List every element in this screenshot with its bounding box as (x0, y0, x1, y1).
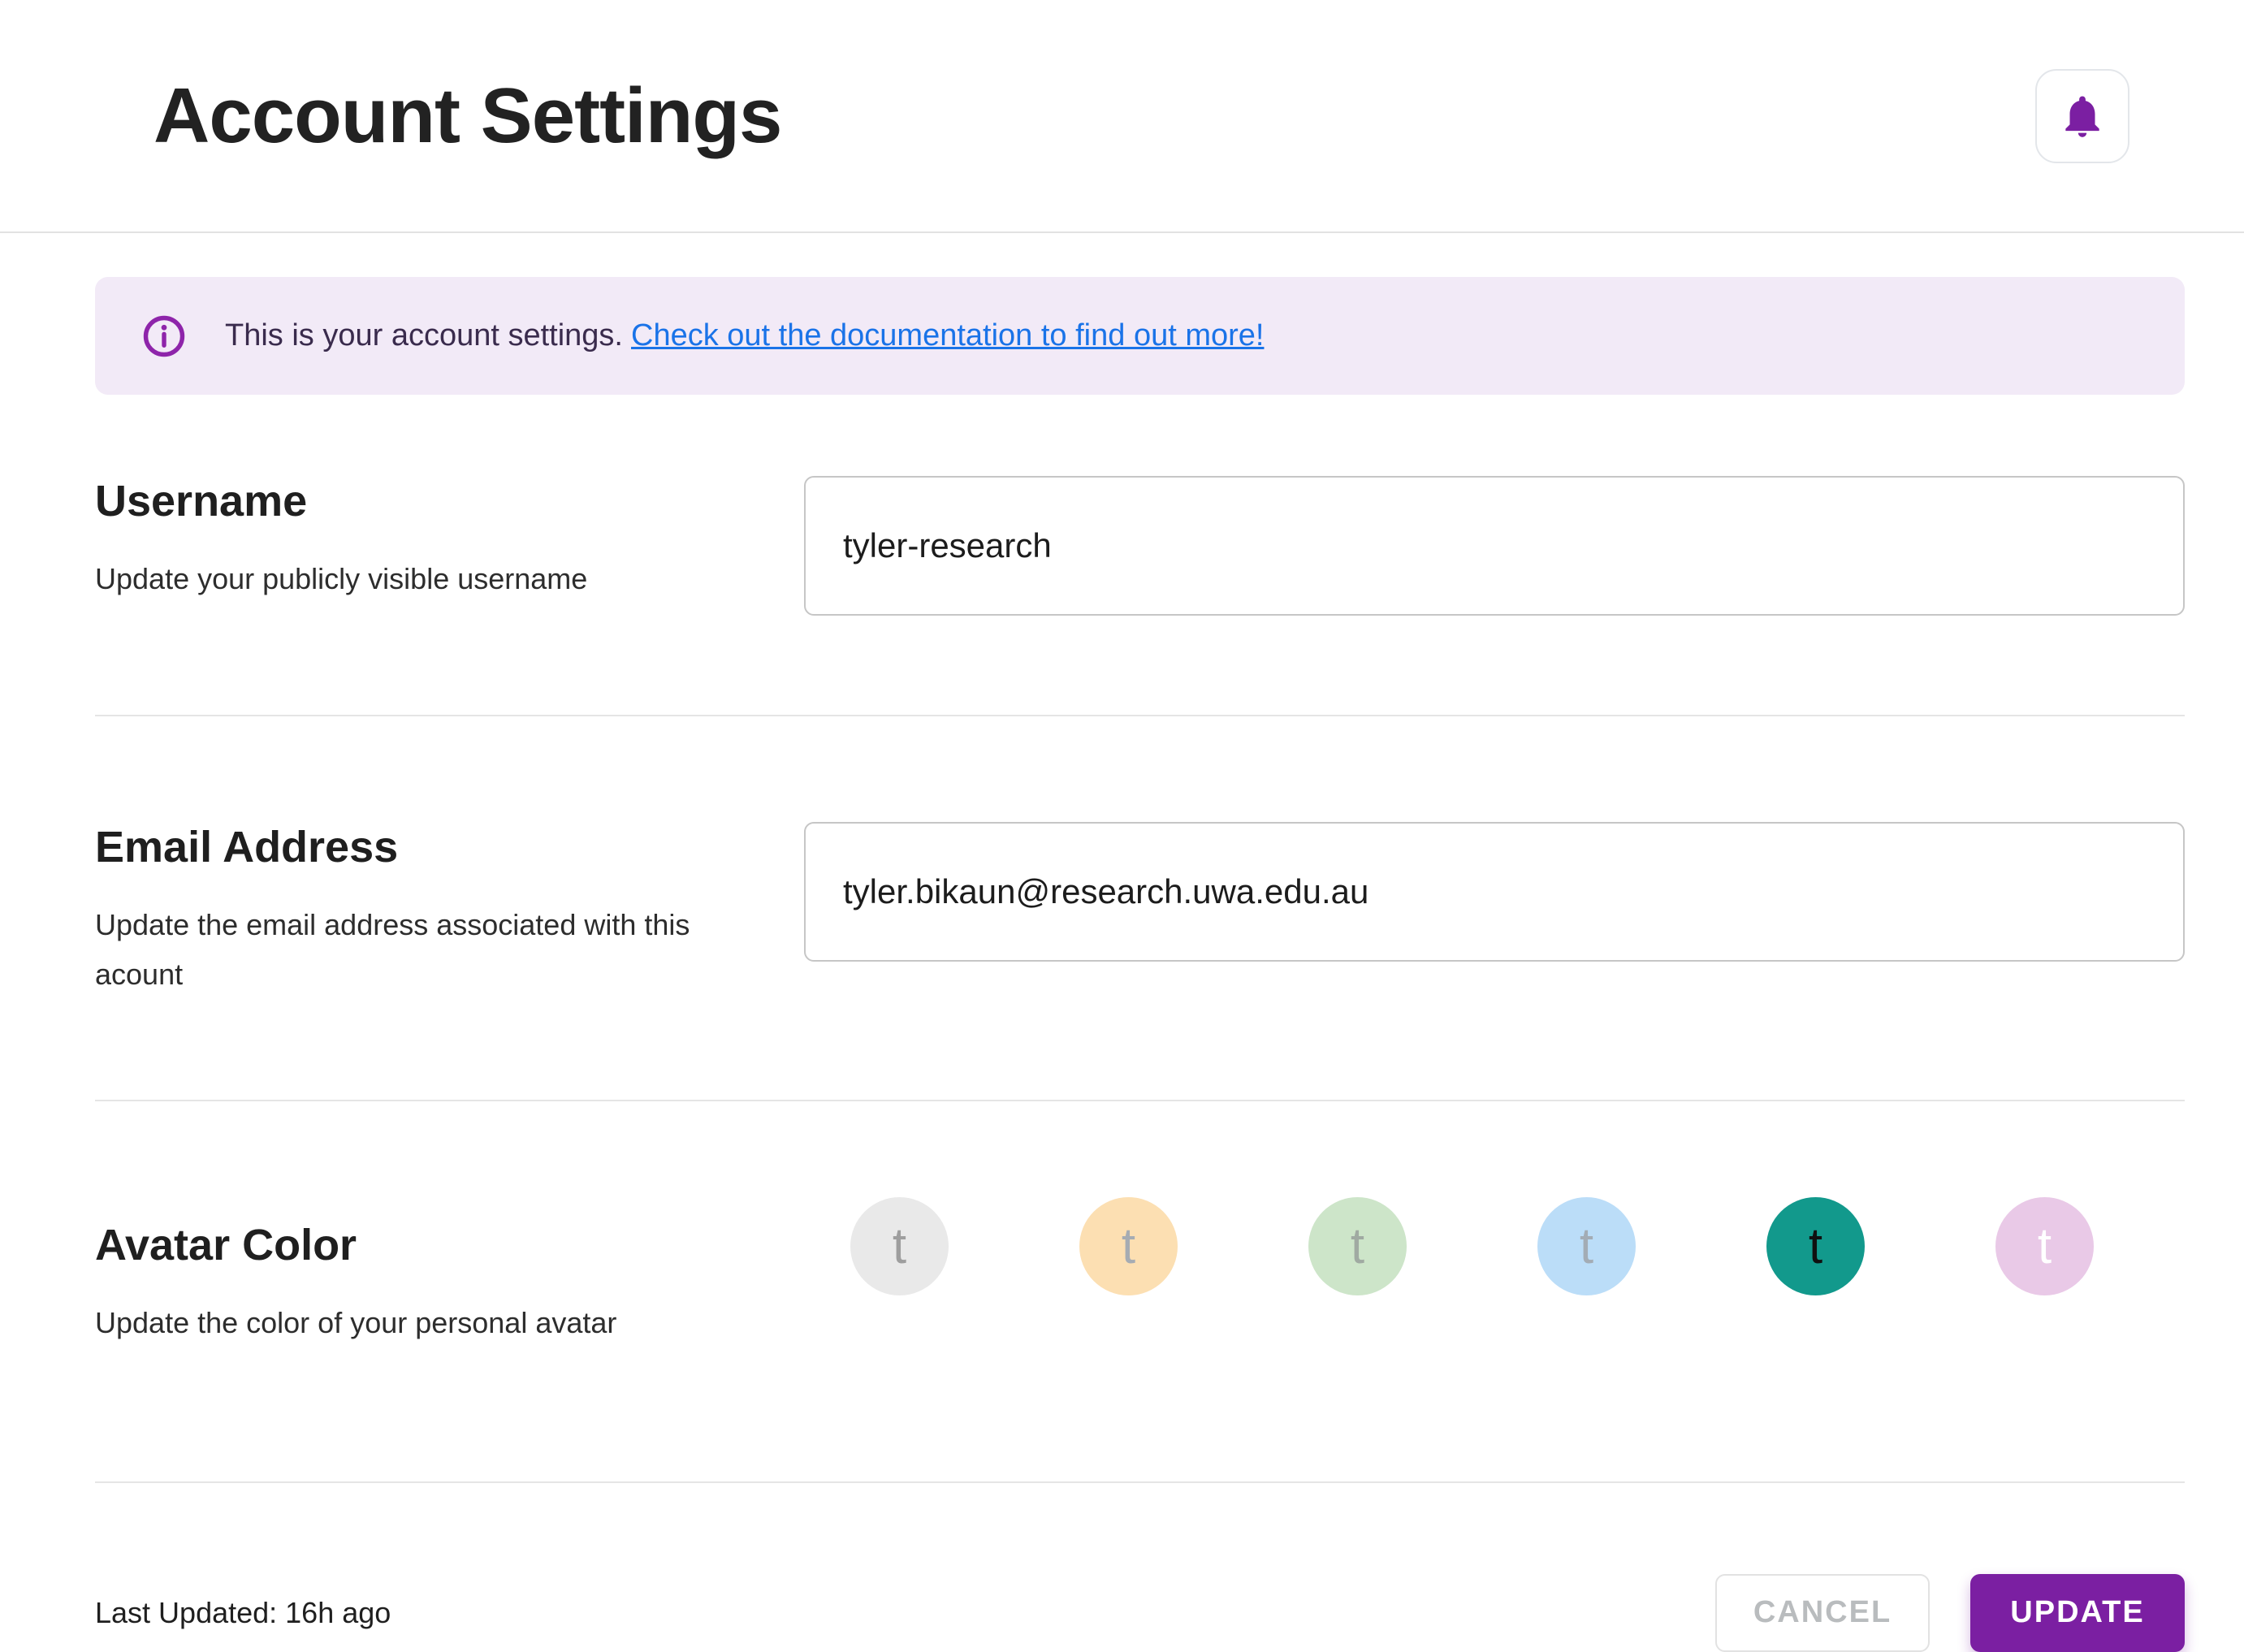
email-title: Email Address (95, 823, 399, 871)
avatar-letter: t (2037, 1218, 2052, 1275)
email-section: Email Address Update the email address a… (95, 716, 2185, 1102)
bell-icon (2065, 95, 2099, 137)
username-description: Update your publicly visible username (95, 562, 588, 595)
avatar-color-option-teal[interactable]: t (1766, 1197, 1865, 1296)
documentation-link[interactable]: Check out the documentation to find out … (631, 318, 1264, 352)
cancel-button[interactable]: CANCEL (1715, 1573, 1930, 1652)
page-title: Account Settings (153, 71, 782, 159)
avatar-color-option-orange[interactable]: t (1079, 1197, 1178, 1296)
avatar-color-option-gray[interactable]: t (850, 1197, 949, 1296)
email-description: Update the email address associated with… (95, 908, 690, 992)
email-labels: Email Address Update the email address a… (95, 822, 804, 999)
username-title: Username (95, 477, 308, 525)
avatar-color-option-green[interactable]: t (1308, 1197, 1407, 1296)
avatar-letter: t (1121, 1218, 1136, 1275)
email-field-wrap (804, 822, 2185, 962)
avatar-letter: t (1350, 1218, 1365, 1275)
footer: Last Updated: 16h ago CANCEL UPDATE (95, 1483, 2185, 1652)
avatar-color-options: t t t t t t (804, 1197, 2185, 1296)
footer-buttons: CANCEL UPDATE (1715, 1573, 2185, 1652)
update-button[interactable]: UPDATE (1970, 1573, 2185, 1652)
avatar-description: Update the color of your personal avatar (95, 1306, 617, 1340)
avatar-title: Avatar Color (95, 1221, 357, 1270)
avatar-letter: t (892, 1218, 907, 1275)
account-settings-page: Account Settings This is your account se… (0, 0, 2244, 1652)
username-input[interactable] (804, 476, 2185, 616)
info-icon (143, 315, 185, 357)
last-updated-text: Last Updated: 16h ago (95, 1595, 391, 1629)
avatar-labels: Avatar Color Update the color of your pe… (95, 1220, 804, 1347)
username-field-wrap (804, 476, 2185, 616)
username-section: Username Update your publicly visible us… (95, 395, 2185, 716)
avatar-letter: t (1579, 1218, 1594, 1275)
banner-message: This is your account settings. (225, 318, 623, 352)
avatar-color-section: Avatar Color Update the color of your pe… (95, 1101, 2185, 1483)
banner-text: This is your account settings. Check out … (225, 318, 1264, 353)
settings-form: This is your account settings. Check out … (0, 277, 2244, 1652)
notifications-button[interactable] (2035, 68, 2129, 163)
email-input[interactable] (804, 822, 2185, 962)
username-labels: Username Update your publicly visible us… (95, 476, 804, 603)
avatar-letter: t (1808, 1218, 1823, 1275)
header: Account Settings (0, 0, 2244, 233)
info-banner: This is your account settings. Check out … (95, 277, 2185, 395)
avatar-color-option-blue[interactable]: t (1537, 1197, 1636, 1296)
avatar-color-option-pink[interactable]: t (1995, 1197, 2094, 1296)
